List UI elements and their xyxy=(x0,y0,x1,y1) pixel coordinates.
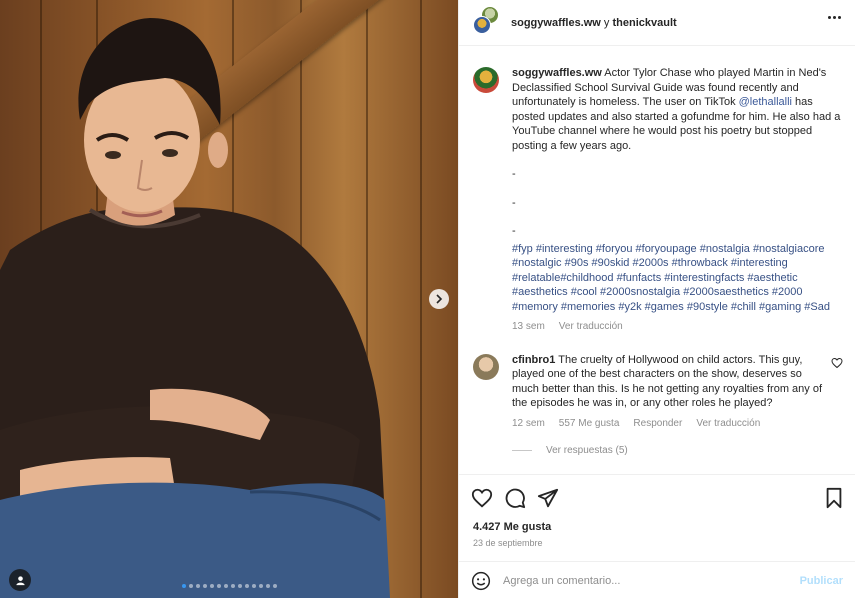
carousel-indicator xyxy=(0,584,458,588)
heart-icon[interactable] xyxy=(471,487,493,509)
chevron-right-icon xyxy=(436,294,443,304)
header-usernames: soggywaffles.ww y thenickvault xyxy=(511,17,677,29)
comment-text: cfinbro1 The cruelty of Hollywood on chi… xyxy=(512,353,824,411)
add-comment-bar: Publicar xyxy=(459,561,855,598)
comment: cfinbro1 The cruelty of Hollywood on chi… xyxy=(473,353,843,432)
carousel-dot xyxy=(272,584,277,588)
bookmark-icon[interactable] xyxy=(823,487,845,509)
post-actions: 4.427 Me gusta 23 de septiembre Publicar xyxy=(459,474,855,598)
header-conjunction: y xyxy=(600,16,613,29)
carousel-dot xyxy=(258,584,263,588)
post-header: soggywaffles.ww y thenickvault xyxy=(459,0,855,46)
carousel-dot xyxy=(223,584,228,588)
collab-avatars[interactable] xyxy=(473,5,499,36)
carousel-dot xyxy=(188,584,193,588)
caption-text: soggywaffles.ww Actor Tylor Chase who pl… xyxy=(512,66,843,153)
avatar xyxy=(473,15,491,34)
carousel-dot xyxy=(237,584,242,588)
caption-hashtags[interactable]: #fyp #interesting #foryou #foryoupage #n… xyxy=(512,242,843,315)
photo-person xyxy=(0,18,390,598)
comment-age: 12 sem xyxy=(512,417,545,429)
caption-meta: 13 sem Ver traducción xyxy=(512,320,843,335)
caption-dash: - xyxy=(512,168,516,180)
comment-username[interactable]: cfinbro1 xyxy=(512,354,555,366)
view-replies-label: Ver respuestas (5) xyxy=(546,445,628,456)
caption-dash: - xyxy=(512,196,516,209)
caption-age: 13 sem xyxy=(512,321,545,332)
carousel-dot xyxy=(209,584,214,588)
emoji-icon[interactable] xyxy=(471,571,491,591)
comment-body: The cruelty of Hollywood on child actors… xyxy=(512,353,822,410)
carousel-dot xyxy=(195,584,200,588)
post-media[interactable] xyxy=(0,0,458,598)
caption-dash: - xyxy=(512,225,516,237)
caption: soggywaffles.ww Actor Tylor Chase who pl… xyxy=(473,66,843,335)
carousel-dot xyxy=(265,584,270,588)
action-icons xyxy=(471,487,845,509)
see-translation-button[interactable]: Ver traducción xyxy=(559,320,623,335)
reply-button[interactable]: Responder xyxy=(633,417,682,432)
carousel-next-button[interactable] xyxy=(429,289,449,309)
share-icon[interactable] xyxy=(537,487,559,509)
carousel-dot xyxy=(216,584,221,588)
carousel-dot xyxy=(230,584,235,588)
carousel-dot xyxy=(251,584,256,588)
caption-mention[interactable]: @lethallalli xyxy=(739,96,792,108)
comment-icon[interactable] xyxy=(504,487,526,509)
carousel-dot xyxy=(244,584,249,588)
header-username-1[interactable]: soggywaffles.ww xyxy=(511,17,601,29)
avatar[interactable] xyxy=(473,67,499,93)
comment-likes[interactable]: 557 Me gusta xyxy=(559,417,620,432)
replies-line xyxy=(512,450,532,451)
more-horizontal-icon[interactable] xyxy=(828,16,841,19)
likes-count[interactable]: 4.427 Me gusta xyxy=(473,521,551,533)
comment-meta: 12 sem 557 Me gusta Responder Ver traduc… xyxy=(512,417,824,432)
carousel-dot xyxy=(181,584,186,588)
comments-list[interactable]: soggywaffles.ww Actor Tylor Chase who pl… xyxy=(459,47,855,474)
post-comment-button[interactable]: Publicar xyxy=(800,575,843,587)
comment-input[interactable] xyxy=(503,574,800,587)
carousel-dot xyxy=(202,584,207,588)
avatar[interactable] xyxy=(473,353,499,380)
instagram-post: soggywaffles.ww y thenickvault soggywaff… xyxy=(0,0,855,598)
see-translation-button[interactable]: Ver traducción xyxy=(696,417,760,432)
heart-outline-icon[interactable] xyxy=(831,357,843,369)
view-replies-button[interactable]: Ver respuestas (5) xyxy=(512,445,843,456)
post-side-panel: soggywaffles.ww y thenickvault soggywaff… xyxy=(458,0,855,598)
caption-username[interactable]: soggywaffles.ww xyxy=(512,67,602,79)
header-username-2[interactable]: thenickvault xyxy=(612,17,676,29)
post-date: 23 de septiembre xyxy=(473,538,543,548)
